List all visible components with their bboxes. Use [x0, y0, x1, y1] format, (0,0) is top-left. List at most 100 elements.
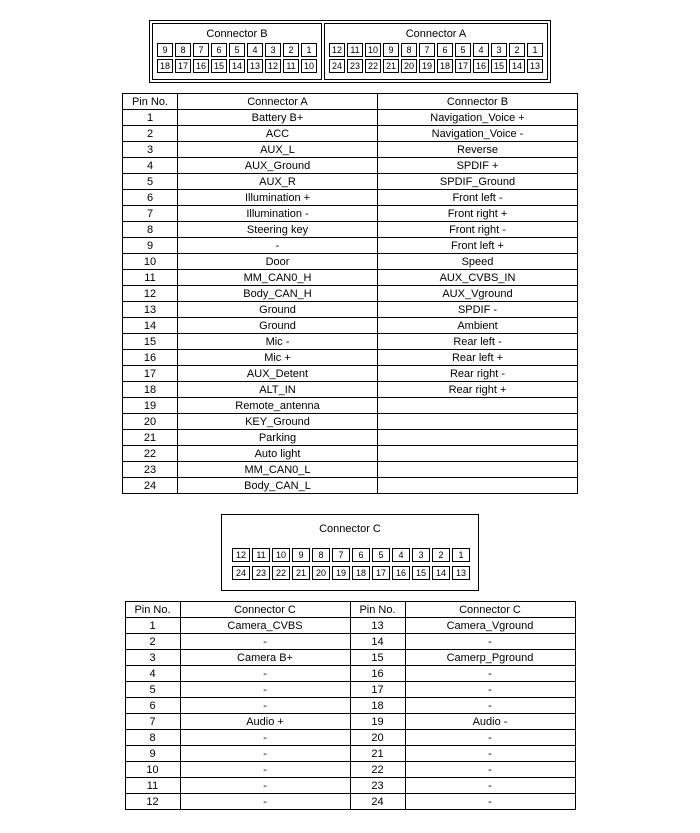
pin-cell: 18 [352, 566, 370, 580]
cell: Navigation_Voice + [378, 110, 578, 126]
table-row: 12-24- [125, 794, 575, 810]
cell: 9 [123, 238, 178, 254]
th-pin: Pin No. [123, 94, 178, 110]
pin-cell: 9 [292, 548, 310, 562]
cell: 15 [350, 650, 405, 666]
cell: 23 [123, 462, 178, 478]
table-row: 1Battery B+Navigation_Voice + [123, 110, 578, 126]
pin-cell: 1 [527, 43, 543, 57]
pin-cell: 10 [301, 59, 317, 73]
table-row: 4AUX_GroundSPDIF + [123, 158, 578, 174]
cell: - [405, 634, 575, 650]
table-row: 9-21- [125, 746, 575, 762]
cell: Front left - [378, 190, 578, 206]
cell: - [405, 666, 575, 682]
cell: 18 [350, 698, 405, 714]
cell: Reverse [378, 142, 578, 158]
pin-cell: 21 [383, 59, 399, 73]
pin-cell: 8 [175, 43, 191, 57]
connector-c-grid: 121110987654321242322212019181716151413 [232, 548, 468, 580]
cell: 1 [125, 618, 180, 634]
cell: 4 [123, 158, 178, 174]
cell: 5 [123, 174, 178, 190]
cell: 13 [123, 302, 178, 318]
cell: Battery B+ [178, 110, 378, 126]
cell: Speed [378, 254, 578, 270]
pin-cell: 6 [437, 43, 453, 57]
cell: - [180, 698, 350, 714]
pin-cell: 7 [193, 43, 209, 57]
table-row: 15Mic -Rear left - [123, 334, 578, 350]
table-row: 8Steering keyFront right - [123, 222, 578, 238]
cell: 3 [125, 650, 180, 666]
cell: SPDIF + [378, 158, 578, 174]
pin-cell: 12 [232, 548, 250, 562]
cell: AUX_R [178, 174, 378, 190]
cell: 13 [350, 618, 405, 634]
pin-cell: 2 [283, 43, 299, 57]
pin-cell: 15 [412, 566, 430, 580]
cell [378, 430, 578, 446]
pin-cell: 23 [347, 59, 363, 73]
pin-cell: 6 [352, 548, 370, 562]
pin-cell: 16 [473, 59, 489, 73]
cell: - [180, 666, 350, 682]
pin-cell: 14 [432, 566, 450, 580]
pin-cell: 14 [229, 59, 245, 73]
table-row: 17AUX_DetentRear right - [123, 366, 578, 382]
cell: Camera_Vground [405, 618, 575, 634]
connector-b-block: Connector B 987654321181716151413121110 [152, 23, 322, 80]
cell: Rear left - [378, 334, 578, 350]
cell: 12 [125, 794, 180, 810]
pin-cell: 13 [527, 59, 543, 73]
pin-cell: 2 [509, 43, 525, 57]
th-c1: Connector C [180, 602, 350, 618]
cell: AUX_Ground [178, 158, 378, 174]
pin-cell: 2 [432, 548, 450, 562]
table-row: 23MM_CAN0_L [123, 462, 578, 478]
cell: - [405, 762, 575, 778]
table-row: 11MM_CAN0_HAUX_CVBS_IN [123, 270, 578, 286]
cell: Camerp_Pground [405, 650, 575, 666]
cell: Camera_CVBS [180, 618, 350, 634]
cell: - [405, 778, 575, 794]
cell: Navigation_Voice - [378, 126, 578, 142]
pin-cell: 5 [229, 43, 245, 57]
cell: Remote_antenna [178, 398, 378, 414]
pin-cell: 5 [455, 43, 471, 57]
table-row: 18ALT_INRear right + [123, 382, 578, 398]
cell: 20 [123, 414, 178, 430]
pin-cell: 19 [419, 59, 435, 73]
pin-cell: 11 [252, 548, 270, 562]
cell: - [180, 730, 350, 746]
cell: Front left + [378, 238, 578, 254]
cell: 7 [123, 206, 178, 222]
cell: 15 [123, 334, 178, 350]
cell: Mic - [178, 334, 378, 350]
pin-cell: 3 [412, 548, 430, 562]
cell: Parking [178, 430, 378, 446]
pin-cell: 22 [365, 59, 381, 73]
cell: 24 [350, 794, 405, 810]
cell: Front right + [378, 206, 578, 222]
pin-cell: 15 [211, 59, 227, 73]
cell: MM_CAN0_L [178, 462, 378, 478]
cell: - [178, 238, 378, 254]
cell: - [405, 794, 575, 810]
cell: MM_CAN0_H [178, 270, 378, 286]
cell [378, 478, 578, 494]
pin-cell: 8 [401, 43, 417, 57]
pin-cell: 18 [437, 59, 453, 73]
cell: Ground [178, 302, 378, 318]
cell: AUX_L [178, 142, 378, 158]
pin-cell: 4 [473, 43, 489, 57]
connector-a-block: Connector A 1211109876543212423222120191… [324, 23, 548, 80]
pin-cell: 5 [372, 548, 390, 562]
cell: - [180, 682, 350, 698]
cell: 24 [123, 478, 178, 494]
cell: 4 [125, 666, 180, 682]
pin-cell: 6 [211, 43, 227, 57]
pin-cell: 14 [509, 59, 525, 73]
pin-cell: 11 [283, 59, 299, 73]
cell: Steering key [178, 222, 378, 238]
